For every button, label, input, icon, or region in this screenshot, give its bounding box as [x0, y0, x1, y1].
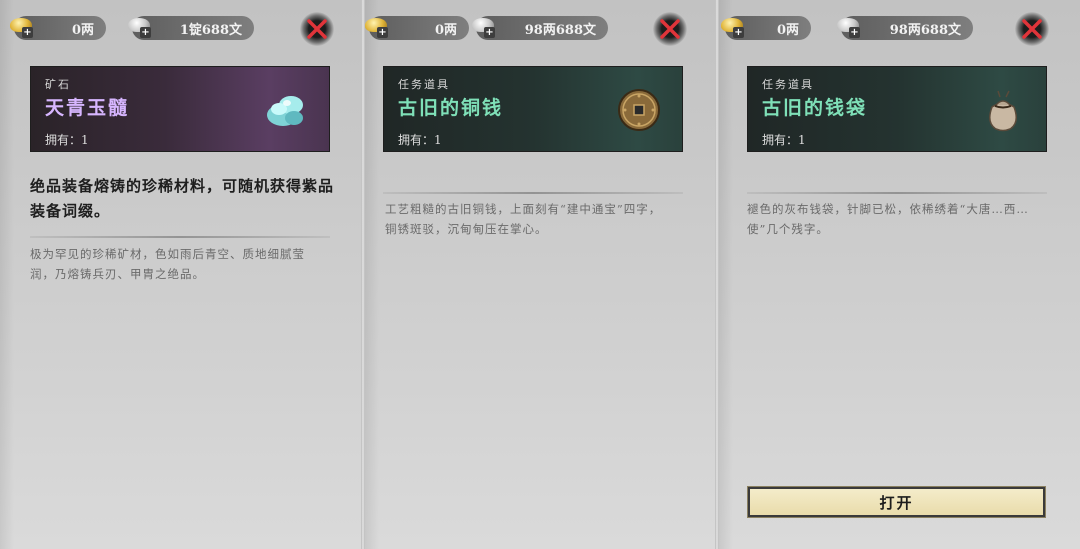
- item-name: 天青玉髓: [45, 97, 130, 119]
- item-header-card: 矿石 天青玉髓 拥有：1: [30, 66, 330, 152]
- gold-value: 0两: [434, 22, 457, 38]
- silver-value: 1锭688文: [179, 22, 242, 38]
- silver-currency[interactable]: + 98两688文: [837, 16, 973, 40]
- close-button[interactable]: [1015, 12, 1049, 46]
- silver-ingot-icon: +: [835, 13, 863, 39]
- item-lore: 褪色的灰布钱袋，针脚已松，依稀绣着“大唐…西…使”几个残字。: [747, 202, 1029, 236]
- divider: [30, 236, 330, 238]
- add-icon: +: [140, 27, 151, 38]
- divider: [383, 192, 683, 194]
- silver-ingot-icon: +: [470, 13, 498, 39]
- add-icon: +: [733, 27, 744, 38]
- add-icon: +: [849, 27, 860, 38]
- item-category: 任务道具: [762, 78, 814, 91]
- gold-value: 0两: [776, 22, 799, 38]
- copper-coin-icon: [618, 89, 660, 131]
- close-icon: [307, 19, 327, 39]
- item-description: 绝品装备熔铸的珍稀材料，可随机获得紫品装备词缀。: [30, 177, 335, 220]
- close-icon: [660, 19, 680, 39]
- item-panel-3: + 0两 + 98两688文 任务道具 古旧的钱袋 拥有：1 褪色的灰布钱袋，针…: [719, 0, 1080, 549]
- gold-currency[interactable]: + 0两: [365, 16, 469, 40]
- silver-currency[interactable]: + 98两688文: [472, 16, 608, 40]
- gold-ingot-icon: +: [8, 13, 36, 39]
- gold-currency[interactable]: + 0两: [10, 16, 106, 40]
- add-icon: +: [484, 27, 495, 38]
- item-owned-count: 拥有：1: [398, 133, 442, 147]
- silver-ingot-icon: +: [126, 13, 154, 39]
- item-header-card: 任务道具 古旧的铜钱 拥有：1: [383, 66, 683, 152]
- close-icon: [1022, 19, 1042, 39]
- item-lore: 工艺粗糙的古旧铜钱，上面刻有“建中通宝”四字，铜锈斑驳，沉甸甸压在掌心。: [385, 202, 662, 236]
- jade-ore-icon: [267, 96, 303, 126]
- add-icon: +: [22, 27, 33, 38]
- item-name: 古旧的铜钱: [398, 97, 504, 119]
- item-name: 古旧的钱袋: [762, 97, 868, 119]
- divider: [747, 192, 1047, 194]
- item-header-card: 任务道具 古旧的钱袋 拥有：1: [747, 66, 1047, 152]
- silver-value: 98两688文: [524, 22, 596, 38]
- gold-value: 0两: [71, 22, 94, 38]
- open-button[interactable]: 打开: [747, 486, 1046, 518]
- item-panel-1: + 0两 + 1锭688文 矿石 天青玉髓 拥有：1 绝品装备熔铸的珍稀材料，可…: [0, 0, 362, 549]
- close-button[interactable]: [653, 12, 687, 46]
- add-icon: +: [377, 27, 388, 38]
- gold-ingot-icon: +: [365, 13, 391, 39]
- item-panel-2: + 0两 + 98两688文 任务道具 古旧的铜钱 拥有：1 工艺粗糙的古旧铜钱…: [365, 0, 715, 549]
- gold-ingot-icon: +: [719, 13, 747, 39]
- item-lore: 极为罕见的珍稀矿材，色如雨后青空、质地细腻莹润，乃熔铸兵刃、甲胄之绝品。: [30, 247, 305, 281]
- silver-currency[interactable]: + 1锭688文: [128, 16, 254, 40]
- item-owned-count: 拥有：1: [45, 133, 89, 147]
- item-owned-count: 拥有：1: [762, 133, 806, 147]
- silver-value: 98两688文: [889, 22, 961, 38]
- item-category: 矿石: [45, 78, 71, 91]
- close-button[interactable]: [300, 12, 334, 46]
- gold-currency[interactable]: + 0两: [721, 16, 811, 40]
- coin-pouch-icon: [989, 90, 1017, 132]
- item-category: 任务道具: [398, 78, 450, 91]
